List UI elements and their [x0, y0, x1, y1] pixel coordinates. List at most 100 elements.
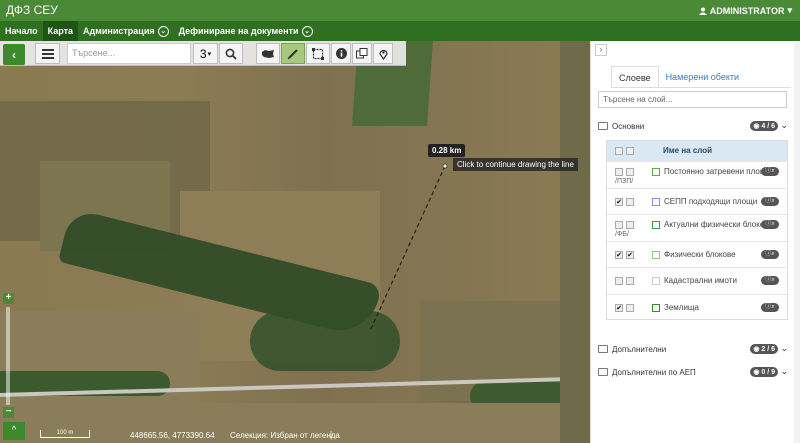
- caret-down-icon: ▾: [787, 5, 792, 15]
- caret-down-icon: ▾: [207, 50, 212, 58]
- search-icon: ⌕: [771, 303, 775, 310]
- layer-color-swatch: [652, 197, 660, 206]
- zoom-out-button[interactable]: −: [3, 407, 14, 418]
- continue-tooltip: Click to continue drawing the line: [453, 158, 578, 171]
- measure-button[interactable]: [281, 43, 305, 64]
- layer-row: Постоянно затревени площи/ПЗП/ ⓘ⌕: [607, 161, 787, 187]
- layer-info-button[interactable]: ⓘ⌕: [761, 167, 779, 176]
- search-icon: ⌕: [771, 221, 775, 227]
- app-title: ДФЗ СЕУ: [6, 3, 58, 17]
- layer-row: Актуални физически блокове/ФБ/ ⓘ⌕: [607, 214, 787, 240]
- layer-select-checkbox[interactable]: [626, 168, 634, 176]
- nav-item[interactable]: Карта: [42, 21, 79, 41]
- layer-group[interactable]: Основни ◉ 4 / 6 ⌄: [598, 117, 788, 135]
- search-icon: [225, 48, 237, 60]
- nav-item-label: Администрация: [83, 26, 155, 36]
- layer-color-swatch: [652, 277, 660, 285]
- layer-color-swatch: [652, 303, 660, 312]
- folder-icon: [598, 122, 608, 130]
- eye-icon: ◉: [753, 346, 760, 353]
- menu-button[interactable]: [35, 43, 60, 64]
- eye-icon: ◉: [753, 369, 760, 376]
- layer-select-checkbox[interactable]: [626, 277, 634, 285]
- cursor-marker: |: [330, 430, 333, 439]
- layer-name: СЕПП подходящи площи: [664, 196, 758, 206]
- layers-button[interactable]: [352, 43, 372, 64]
- main-nav: Начало Карта Администрация ⌄ Дефиниране на д…: [0, 21, 800, 41]
- coordinates-readout: 448665.56, 4773390.64: [130, 431, 215, 440]
- layer-color-swatch: [652, 168, 660, 176]
- info-icon: [335, 48, 347, 59]
- layer-row: ✔ СЕПП подходящи площи ⓘ⌕: [607, 187, 787, 214]
- layer-group-name: Основни: [612, 121, 645, 131]
- visibility-badge: ◉ 0 / 9: [750, 367, 778, 377]
- search-icon: ⌕: [771, 277, 775, 283]
- info-button[interactable]: [331, 43, 351, 64]
- hamburger-icon: [41, 48, 54, 59]
- nav-item[interactable]: Администрация ⌄: [78, 21, 174, 41]
- search-button[interactable]: [219, 43, 243, 64]
- nav-item[interactable]: Дефиниране на документи ⌄: [174, 21, 318, 41]
- search-icon: ⌕: [771, 250, 775, 257]
- layer-info-button[interactable]: ⓘ⌕: [761, 276, 779, 285]
- top-bar: ДФЗ СЕУ ADMINISTRATOR ▾: [0, 0, 800, 21]
- zoom-slider[interactable]: [6, 307, 10, 405]
- zoom-in-button[interactable]: +: [3, 293, 14, 304]
- layer-row: ✔ Землища ⓘ⌕: [607, 293, 787, 320]
- visibility-badge: ◉ 2 / 6: [750, 344, 778, 354]
- collapse-panel-button[interactable]: ›: [595, 44, 607, 56]
- layer-visible-checkbox[interactable]: [615, 168, 623, 176]
- layer-group[interactable]: Допълнителни по АЕП ◉ 0 / 9 ⌄: [598, 363, 788, 381]
- layer-visible-checkbox[interactable]: [615, 277, 623, 285]
- panel-tabs: Слоеве Намерени обекти: [611, 66, 791, 88]
- layer-info-button[interactable]: ⓘ⌕: [761, 302, 779, 312]
- layer-group-name: Допълнителни по АЕП: [612, 367, 696, 377]
- visibility-badge: ◉ 4 / 6: [750, 121, 778, 131]
- layer-select-checkbox[interactable]: [626, 303, 634, 312]
- select-area-button[interactable]: [306, 43, 330, 64]
- layer-select-checkbox[interactable]: ✔: [626, 250, 634, 259]
- tab-item[interactable]: Намерени обекти: [659, 66, 746, 87]
- scale-bar: 100 m: [40, 430, 90, 438]
- layer-visible-checkbox[interactable]: ✔: [615, 303, 623, 312]
- ruler-icon: [287, 48, 298, 59]
- map-search-input[interactable]: Търсене...: [67, 43, 191, 64]
- layer-select-checkbox[interactable]: [626, 197, 634, 206]
- layer-info-button[interactable]: ⓘ⌕: [761, 220, 779, 229]
- scale-select-value: 3: [199, 46, 207, 61]
- layer-info-button[interactable]: ⓘ⌕: [761, 196, 779, 206]
- chevron-down-icon: ⌄: [780, 120, 788, 130]
- location-button[interactable]: [373, 43, 393, 64]
- layer-group-name: Допълнителни: [612, 344, 667, 354]
- scale-select[interactable]: 3 ▾: [193, 43, 218, 64]
- user-menu[interactable]: ADMINISTRATOR ▾: [698, 5, 792, 16]
- tab-item[interactable]: Слоеве: [611, 66, 659, 87]
- map-canvas[interactable]: 0.28 km Click to continue drawing the li…: [0, 41, 590, 443]
- layer-visible-checkbox[interactable]: ✔: [615, 197, 623, 206]
- layer-name: Физически блокове: [664, 249, 736, 259]
- nav-item-label: Карта: [47, 26, 74, 36]
- layer-search-input[interactable]: Търсене на слой...: [598, 91, 787, 108]
- visibility-count: 0 / 9: [761, 369, 775, 376]
- visibility-count: 4 / 6: [761, 123, 775, 130]
- chevron-right-icon: ›: [599, 45, 603, 54]
- layer-info-button[interactable]: ⓘ⌕: [761, 249, 779, 259]
- layer-abbreviation: /ФБ/: [615, 231, 629, 238]
- layer-group[interactable]: Допълнителни ◉ 2 / 6 ⌄: [598, 340, 788, 358]
- layer-visible-checkbox[interactable]: [615, 221, 623, 229]
- layer-list: Име на слой Постоянно затревени площи/ПЗ…: [606, 140, 788, 320]
- chevron-left-icon: ‹: [12, 47, 16, 62]
- nav-item-label: Начало: [5, 26, 38, 36]
- folder-icon: [598, 345, 608, 353]
- layer-select-checkbox[interactable]: [626, 221, 634, 229]
- search-icon: ⌕: [771, 168, 775, 174]
- bulgaria-map-button[interactable]: [256, 43, 280, 64]
- select-box-icon: [312, 47, 324, 60]
- back-button[interactable]: ‹: [3, 44, 25, 65]
- panel-scrollbar[interactable]: [794, 41, 800, 443]
- nav-item[interactable]: Начало: [0, 21, 43, 41]
- header-checkbox[interactable]: [615, 147, 623, 155]
- header-checkbox[interactable]: [626, 147, 634, 155]
- layer-visible-checkbox[interactable]: ✔: [615, 250, 623, 259]
- layer-row: ✔ ✔ Физически блокове ⓘ⌕: [607, 240, 787, 267]
